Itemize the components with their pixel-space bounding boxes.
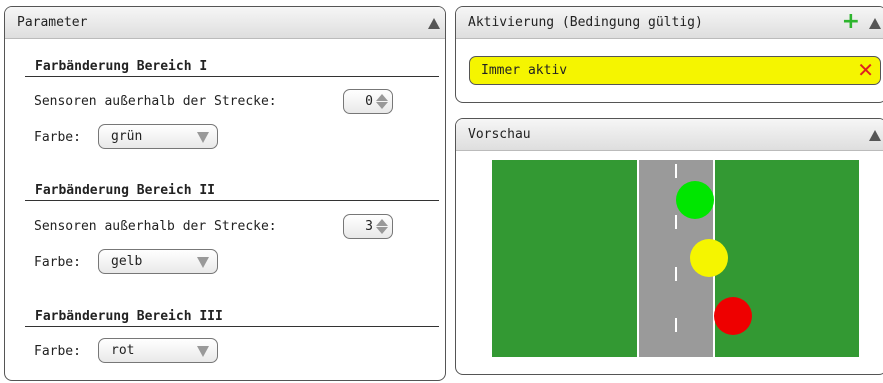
lane-dash [675,318,677,332]
collapse-icon[interactable] [869,18,881,29]
sensor-stepper-2[interactable]: 3 [343,214,393,239]
preview-panel-header[interactable]: Vorschau [456,119,883,151]
collapse-icon[interactable] [428,18,440,29]
color-label-3: Farbe: [34,344,81,359]
condition-label: Immer aktiv [481,63,568,78]
chevron-down-icon [197,132,209,143]
activation-panel-title: Aktivierung (Bedingung gültig) [468,15,703,30]
color-select-2[interactable]: gelb [98,249,218,274]
sensor-label-2: Sensoren außerhalb der Strecke: [34,219,277,234]
stepper-arrows-icon[interactable] [376,219,388,234]
parameter-panel-header[interactable]: Parameter [5,7,445,39]
color-select-value-1: grün [111,129,143,144]
activation-panel: Aktivierung (Bedingung gültig) + Immer a… [455,6,883,103]
sensor-stepper-1[interactable]: 0 [343,89,393,114]
lane-dash [675,164,677,178]
preview-panel: Vorschau [455,118,883,375]
sensor-label-1: Sensoren außerhalb der Strecke: [34,94,277,109]
road-edge-left [637,160,639,357]
close-icon[interactable]: ✕ [857,59,874,81]
chevron-down-icon [197,257,209,268]
color-label-1: Farbe: [34,130,81,145]
yellow-sensor-marker [690,239,728,277]
parameter-panel: Parameter Farbänderung Bereich I Sensore… [4,6,446,381]
color-select-value-2: gelb [111,254,143,269]
preview-canvas [492,160,859,357]
preview-panel-title: Vorschau [468,127,531,142]
color-select-3[interactable]: rot [98,338,218,363]
green-sensor-marker [676,181,714,219]
section-heading-2: Farbänderung Bereich II [25,183,439,201]
section-heading-3: Farbänderung Bereich III [25,309,439,327]
red-sensor-marker [714,297,752,335]
color-label-2: Farbe: [34,255,81,270]
condition-item[interactable]: Immer aktiv ✕ [469,56,881,85]
sensor-value-1: 0 [365,94,373,109]
chevron-down-icon [197,346,209,357]
section-heading-1: Farbänderung Bereich I [25,59,439,77]
color-select-1[interactable]: grün [98,124,218,149]
collapse-icon[interactable] [869,130,881,141]
color-select-value-3: rot [111,343,135,358]
parameter-panel-title: Parameter [17,15,88,30]
lane-dash [675,267,677,281]
stepper-arrows-icon[interactable] [376,94,388,109]
plus-icon[interactable]: + [842,11,860,33]
lane-dash [675,215,677,229]
activation-panel-header[interactable]: Aktivierung (Bedingung gültig) + [456,7,883,39]
sensor-value-2: 3 [365,219,373,234]
